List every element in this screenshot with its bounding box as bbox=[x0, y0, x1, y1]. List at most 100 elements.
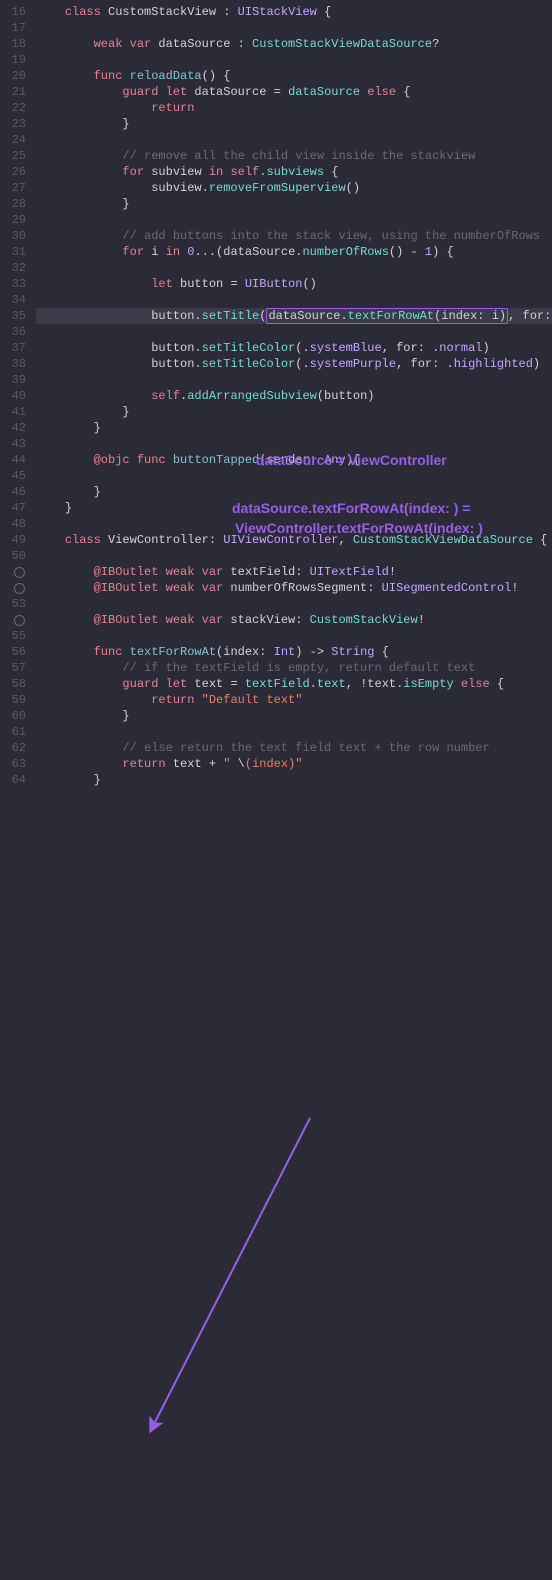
line-number: 21 bbox=[0, 84, 26, 100]
code-area[interactable]: class CustomStackView : UIStackView { we… bbox=[36, 0, 552, 790]
code-line[interactable]: self.addArrangedSubview(button) bbox=[36, 388, 552, 404]
line-number: 60 bbox=[0, 708, 26, 724]
line-number: 27 bbox=[0, 180, 26, 196]
line-number: 64 bbox=[0, 772, 26, 788]
code-line[interactable]: return "Default text" bbox=[36, 692, 552, 708]
code-line[interactable]: } bbox=[36, 404, 552, 420]
code-line[interactable] bbox=[36, 372, 552, 388]
line-number: 61 bbox=[0, 724, 26, 740]
line-number: 38 bbox=[0, 356, 26, 372]
code-line[interactable] bbox=[36, 724, 552, 740]
code-line[interactable]: } bbox=[36, 196, 552, 212]
code-line[interactable]: func reloadData() { bbox=[36, 68, 552, 84]
code-line[interactable]: button.setTitle(dataSource.textForRowAt(… bbox=[36, 308, 552, 324]
code-line[interactable]: } bbox=[36, 500, 552, 516]
code-line[interactable] bbox=[36, 20, 552, 36]
line-number: 23 bbox=[0, 116, 26, 132]
line-number: 26 bbox=[0, 164, 26, 180]
code-line[interactable]: @IBOutlet weak var numberOfRowsSegment: … bbox=[36, 580, 552, 596]
code-line[interactable] bbox=[36, 324, 552, 340]
line-number: 48 bbox=[0, 516, 26, 532]
code-line[interactable] bbox=[36, 628, 552, 644]
code-line[interactable]: } bbox=[36, 708, 552, 724]
line-number: 34 bbox=[0, 292, 26, 308]
code-line[interactable]: let button = UIButton() bbox=[36, 276, 552, 292]
line-number: 33 bbox=[0, 276, 26, 292]
code-line[interactable]: guard let dataSource = dataSource else { bbox=[36, 84, 552, 100]
code-line[interactable] bbox=[36, 292, 552, 308]
code-line[interactable] bbox=[36, 468, 552, 484]
line-number: 50 bbox=[0, 548, 26, 564]
code-line[interactable]: return text + " \(index)" bbox=[36, 756, 552, 772]
code-line[interactable]: for i in 0...(dataSource.numberOfRows() … bbox=[36, 244, 552, 260]
code-line[interactable]: class CustomStackView : UIStackView { bbox=[36, 4, 552, 20]
line-number: 31 bbox=[0, 244, 26, 260]
line-number: 42 bbox=[0, 420, 26, 436]
code-line[interactable]: // add buttons into the stack view, usin… bbox=[36, 228, 552, 244]
code-line[interactable]: } bbox=[36, 420, 552, 436]
code-line[interactable]: func textForRowAt(index: Int) -> String … bbox=[36, 644, 552, 660]
code-line[interactable]: guard let text = textField.text, !text.i… bbox=[36, 676, 552, 692]
line-number: 45 bbox=[0, 468, 26, 484]
line-number: 35 bbox=[0, 308, 26, 324]
code-line[interactable]: class ViewController: UIViewController, … bbox=[36, 532, 552, 548]
line-number: 43 bbox=[0, 436, 26, 452]
line-number: 41 bbox=[0, 404, 26, 420]
line-number: 17 bbox=[0, 20, 26, 36]
code-line[interactable]: button.setTitleColor(.systemPurple, for:… bbox=[36, 356, 552, 372]
line-number: 22 bbox=[0, 100, 26, 116]
code-line[interactable] bbox=[36, 132, 552, 148]
code-line[interactable]: } bbox=[36, 116, 552, 132]
code-line[interactable]: return bbox=[36, 100, 552, 116]
code-line[interactable] bbox=[36, 52, 552, 68]
line-number: 36 bbox=[0, 324, 26, 340]
code-line[interactable]: @IBOutlet weak var stackView: CustomStac… bbox=[36, 612, 552, 628]
line-number: 18 bbox=[0, 36, 26, 52]
line-number: 46 bbox=[0, 484, 26, 500]
line-number: 40 bbox=[0, 388, 26, 404]
code-line[interactable]: // if the textField is empty, return def… bbox=[36, 660, 552, 676]
line-number: 56 bbox=[0, 644, 26, 660]
line-number: 24 bbox=[0, 132, 26, 148]
line-number: 47 bbox=[0, 500, 26, 516]
gutter-iboutlet-circle[interactable] bbox=[0, 580, 26, 596]
code-line[interactable]: subview.removeFromSuperview() bbox=[36, 180, 552, 196]
gutter-iboutlet-circle[interactable] bbox=[0, 564, 26, 580]
line-number: 57 bbox=[0, 660, 26, 676]
code-line[interactable] bbox=[36, 548, 552, 564]
line-number: 16 bbox=[0, 4, 26, 20]
code-line[interactable] bbox=[36, 260, 552, 276]
code-line[interactable] bbox=[36, 212, 552, 228]
code-line[interactable]: @IBOutlet weak var textField: UITextFiel… bbox=[36, 564, 552, 580]
line-number: 30 bbox=[0, 228, 26, 244]
line-number: 25 bbox=[0, 148, 26, 164]
code-line[interactable] bbox=[36, 596, 552, 612]
line-number: 63 bbox=[0, 756, 26, 772]
line-number: 58 bbox=[0, 676, 26, 692]
code-line[interactable]: } bbox=[36, 772, 552, 788]
line-number: 44 bbox=[0, 452, 26, 468]
code-line[interactable]: @objc func buttonTapped(sender: Any){ bbox=[36, 452, 552, 468]
code-line[interactable] bbox=[36, 516, 552, 532]
line-number: 19 bbox=[0, 52, 26, 68]
code-line[interactable]: // else return the text field text + the… bbox=[36, 740, 552, 756]
annotation-arrow bbox=[0, 790, 552, 1580]
code-line[interactable] bbox=[36, 436, 552, 452]
line-number: 37 bbox=[0, 340, 26, 356]
code-line[interactable]: } bbox=[36, 484, 552, 500]
line-number: 32 bbox=[0, 260, 26, 276]
line-number: 20 bbox=[0, 68, 26, 84]
line-number: 39 bbox=[0, 372, 26, 388]
line-gutter: 1617181920212223242526272829303132333435… bbox=[0, 0, 36, 790]
code-line[interactable]: weak var dataSource : CustomStackViewDat… bbox=[36, 36, 552, 52]
code-line[interactable]: // remove all the child view inside the … bbox=[36, 148, 552, 164]
gutter-iboutlet-circle[interactable] bbox=[0, 612, 26, 628]
line-number: 29 bbox=[0, 212, 26, 228]
line-number: 49 bbox=[0, 532, 26, 548]
code-line[interactable]: button.setTitleColor(.systemBlue, for: .… bbox=[36, 340, 552, 356]
line-number: 55 bbox=[0, 628, 26, 644]
code-editor[interactable]: 1617181920212223242526272829303132333435… bbox=[0, 0, 552, 790]
line-number: 62 bbox=[0, 740, 26, 756]
code-line[interactable]: for subview in self.subviews { bbox=[36, 164, 552, 180]
line-number: 59 bbox=[0, 692, 26, 708]
